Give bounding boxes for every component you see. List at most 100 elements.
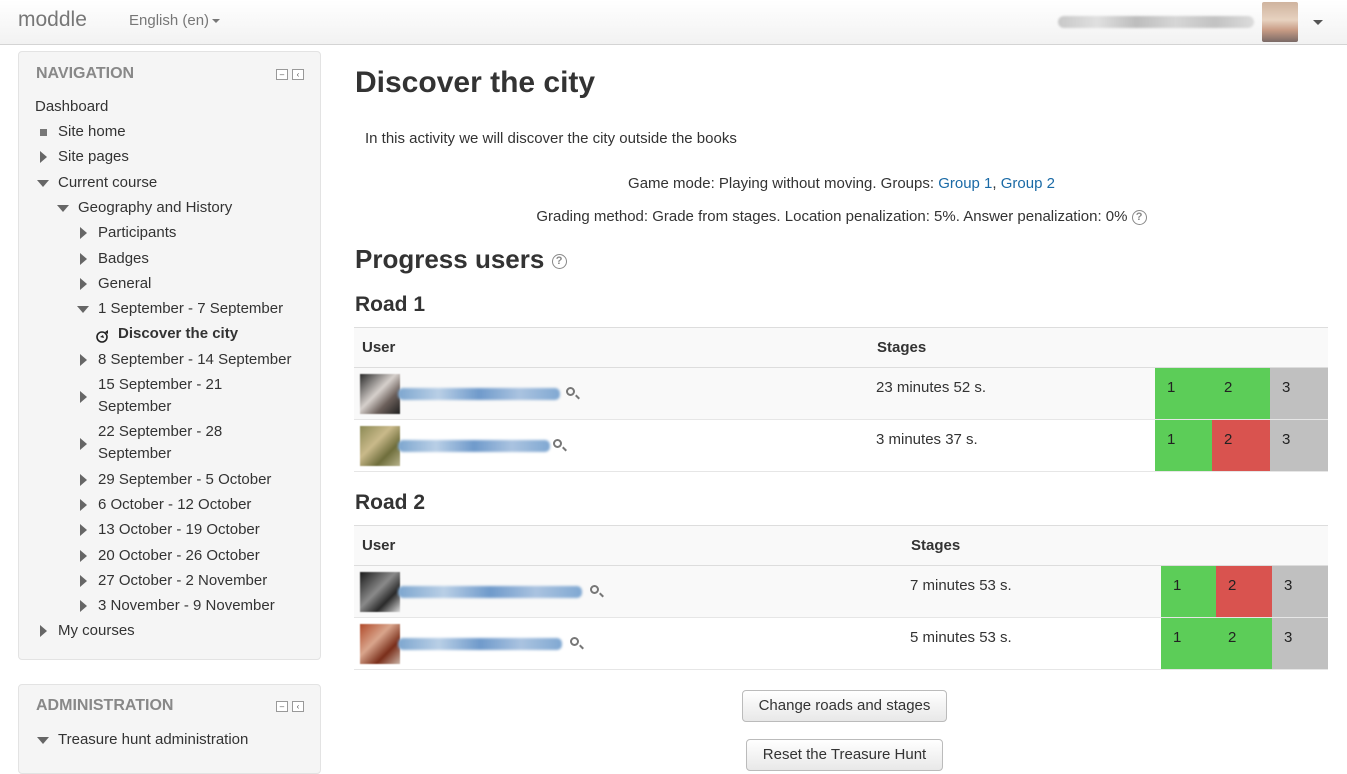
expand-icon[interactable] [80, 524, 87, 536]
collapse-icon[interactable] [37, 737, 49, 744]
stage-cell: 1 [1155, 420, 1212, 471]
user-menu[interactable] [1058, 1, 1323, 43]
stage-cell: 2 [1216, 618, 1272, 669]
stage-cell: 1 [1161, 618, 1216, 669]
user-name-blurred [1058, 16, 1254, 28]
dock-block-icon[interactable]: ‹ [292, 701, 304, 712]
elapsed-time: 3 minutes 37 s. [876, 431, 978, 448]
col-stages: Stages [877, 339, 927, 356]
nav-my-courses[interactable]: My courses [58, 620, 135, 642]
nav-week-6[interactable]: 6 October - 12 October [98, 494, 251, 516]
magnifier-icon[interactable] [590, 585, 599, 594]
help-icon[interactable]: ? [551, 253, 567, 269]
expand-icon[interactable] [80, 550, 87, 562]
administration-title: ADMINISTRATION [36, 697, 174, 714]
dock-block-icon[interactable]: ‹ [292, 69, 304, 80]
collapse-icon[interactable] [77, 306, 89, 313]
user-name-link[interactable] [398, 440, 550, 452]
group-1-link[interactable]: Group 1 [938, 175, 992, 192]
help-icon[interactable]: ? [1131, 209, 1147, 225]
expand-icon[interactable] [80, 278, 87, 290]
block-controls: – ‹ [276, 69, 304, 80]
game-mode-info: Game mode: Playing without moving. Group… [355, 175, 1328, 192]
user-avatar[interactable] [360, 572, 400, 612]
table-row: 7 minutes 53 s. 1 2 3 [354, 566, 1328, 618]
site-brand[interactable]: moddle [18, 8, 87, 32]
expand-icon[interactable] [80, 227, 87, 239]
nav-activity-discover-city[interactable]: Discover the city [118, 323, 238, 345]
collapse-icon[interactable] [37, 180, 49, 187]
nav-week-3[interactable]: 15 September - 21 [98, 374, 222, 396]
nav-site-pages[interactable]: Site pages [58, 146, 129, 168]
group-2-link[interactable]: Group 2 [1001, 175, 1055, 192]
collapse-icon[interactable] [57, 205, 69, 212]
expand-icon[interactable] [40, 151, 47, 163]
navigation-title: NAVIGATION [36, 65, 135, 82]
page-title: Discover the city [355, 66, 596, 99]
elapsed-time: 7 minutes 53 s. [910, 577, 1012, 594]
nav-week-7[interactable]: 13 October - 19 October [98, 519, 260, 541]
nav-week-4[interactable]: 22 September - 28 [98, 421, 222, 443]
top-navbar: moddle English (en) [0, 0, 1347, 45]
elapsed-time: 23 minutes 52 s. [876, 379, 987, 396]
nav-week-8[interactable]: 20 October - 26 October [98, 545, 260, 567]
magnifier-icon[interactable] [553, 439, 562, 448]
change-roads-button[interactable]: Change roads and stages [742, 690, 947, 722]
expand-icon[interactable] [80, 499, 87, 511]
hide-block-icon[interactable]: – [276, 69, 288, 80]
nav-general[interactable]: General [98, 273, 151, 295]
col-user: User [362, 339, 396, 356]
nav-week-9[interactable]: 27 October - 2 November [98, 570, 267, 592]
magnifier-icon[interactable] [570, 637, 579, 646]
avatar[interactable] [1262, 2, 1298, 42]
user-name-link[interactable] [398, 388, 560, 400]
chevron-down-icon[interactable] [1313, 19, 1323, 25]
expand-icon[interactable] [80, 253, 87, 265]
nav-week-5[interactable]: 29 September - 5 October [98, 469, 271, 491]
stage-cell: 2 [1212, 368, 1270, 419]
activity-intro: In this activity we will discover the ci… [365, 130, 737, 147]
treasure-hunt-icon [96, 330, 108, 343]
user-avatar[interactable] [360, 426, 400, 466]
navigation-block: NAVIGATION – ‹ Dashboard Site home Site … [18, 51, 321, 660]
hide-block-icon[interactable]: – [276, 701, 288, 712]
nav-site-home[interactable]: Site home [58, 121, 126, 143]
user-name-link[interactable] [398, 638, 562, 650]
nav-dashboard[interactable]: Dashboard [35, 96, 108, 118]
expand-icon[interactable] [80, 474, 87, 486]
road-2-table: User Stages 7 minutes 53 s. 1 2 3 5 minu… [354, 525, 1328, 670]
nav-current-course[interactable]: Current course [58, 172, 157, 194]
stage-cell: 3 [1272, 566, 1328, 617]
col-user: User [362, 537, 396, 554]
road-1-table: User Stages 23 minutes 52 s. 1 2 3 3 min… [354, 327, 1328, 472]
language-menu[interactable]: English (en) [129, 12, 221, 29]
expand-icon[interactable] [80, 438, 87, 450]
user-avatar[interactable] [360, 624, 400, 664]
stage-cell: 2 [1216, 566, 1272, 617]
nav-badges[interactable]: Badges [98, 248, 149, 270]
stage-cell: 3 [1270, 368, 1328, 419]
user-avatar[interactable] [360, 374, 400, 414]
expand-icon[interactable] [80, 354, 87, 366]
stage-cell: 2 [1212, 420, 1270, 471]
nav-week-2[interactable]: 8 September - 14 September [98, 349, 291, 371]
expand-icon[interactable] [80, 600, 87, 612]
magnifier-icon[interactable] [566, 387, 575, 396]
block-controls: – ‹ [276, 701, 304, 712]
expand-icon[interactable] [80, 575, 87, 587]
nav-participants[interactable]: Participants [98, 222, 176, 244]
reset-treasure-hunt-button[interactable]: Reset the Treasure Hunt [746, 739, 943, 771]
expand-icon[interactable] [40, 625, 47, 637]
grading-info: Grading method: Grade from stages. Locat… [355, 208, 1328, 225]
table-row: 23 minutes 52 s. 1 2 3 [354, 368, 1328, 420]
nav-week-1[interactable]: 1 September - 7 September [98, 298, 283, 320]
table-header: User Stages [354, 526, 1328, 566]
chevron-down-icon [212, 19, 221, 24]
nav-course-geography[interactable]: Geography and History [78, 197, 232, 219]
table-header: User Stages [354, 328, 1328, 368]
expand-icon[interactable] [80, 391, 87, 403]
nav-treasure-hunt-admin[interactable]: Treasure hunt administration [58, 729, 248, 751]
user-name-link[interactable] [398, 586, 582, 598]
table-row: 5 minutes 53 s. 1 2 3 [354, 618, 1328, 670]
nav-week-10[interactable]: 3 November - 9 November [98, 595, 275, 617]
